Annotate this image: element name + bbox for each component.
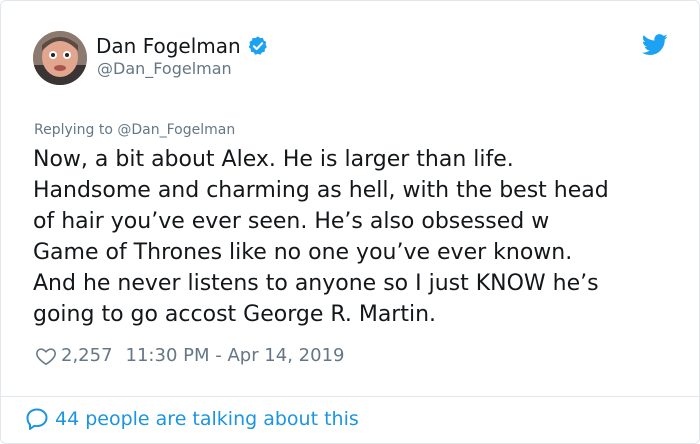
replying-to-label[interactable]: Replying to @Dan_Fogelman [34,121,235,139]
heart-icon[interactable] [35,345,57,367]
speech-bubble-icon [26,408,48,430]
avatar[interactable] [33,31,87,85]
divider [1,396,699,397]
twitter-bird-icon[interactable] [642,34,668,56]
tweet-timestamp[interactable]: 11:30 PM - Apr 14, 2019 [126,344,345,368]
author-name-row[interactable]: Dan Fogelman [96,34,269,58]
user-avatar-photo [33,31,87,85]
verified-badge-icon [248,36,267,55]
author-handle[interactable]: @Dan_Fogelman [97,59,232,79]
tweet-meta: 2,257 11:30 PM - Apr 14, 2019 [35,344,344,368]
tweet-card[interactable]: Dan Fogelman @Dan_Fogelman Replying to @… [0,0,700,444]
author-display-name[interactable]: Dan Fogelman [96,34,241,58]
tweet-text: Now, a bit about Alex. He is larger than… [33,147,609,327]
like-count[interactable]: 2,257 [61,344,113,368]
conversation-link[interactable]: 44 people are talking about this [25,407,359,431]
conversation-text[interactable]: 44 people are talking about this [55,407,359,431]
